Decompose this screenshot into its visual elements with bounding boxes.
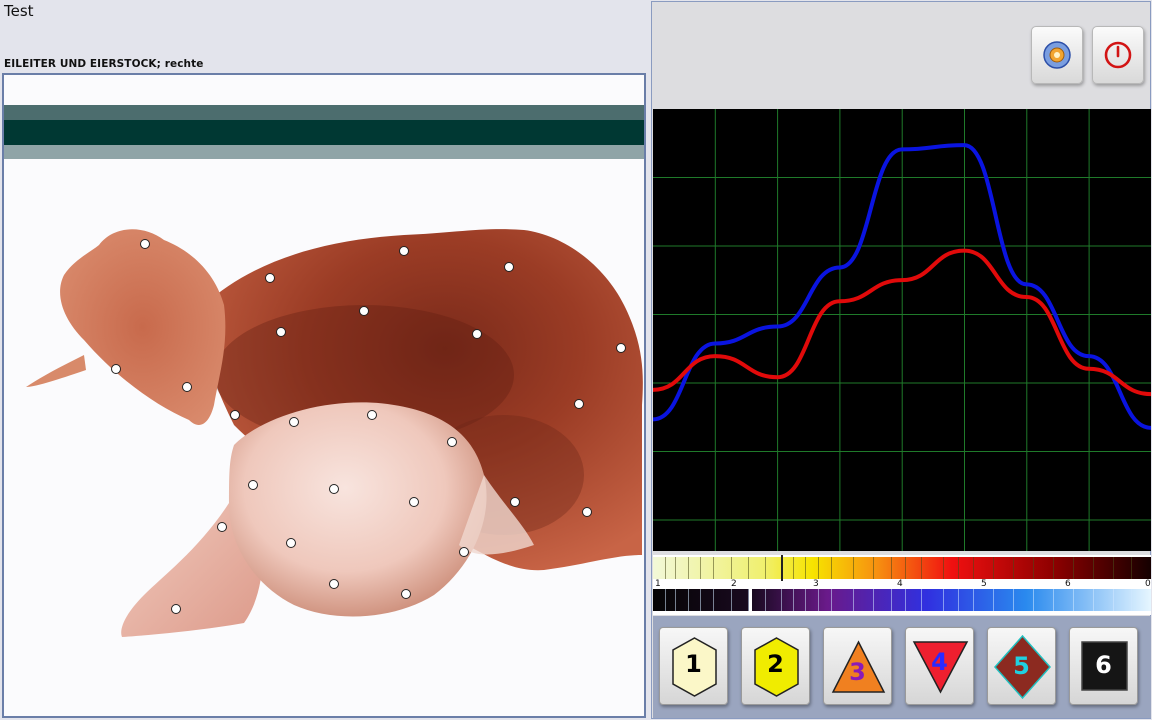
measurement-point[interactable] bbox=[472, 329, 482, 339]
organ-label: EILEITER UND EIERSTOCK; rechte bbox=[4, 58, 204, 70]
number-button-label: 6 bbox=[1095, 651, 1112, 679]
measurement-point[interactable] bbox=[367, 410, 377, 420]
measurement-point[interactable] bbox=[111, 364, 121, 374]
measurement-point[interactable] bbox=[140, 239, 150, 249]
number-button-label: 4 bbox=[931, 648, 948, 676]
measurement-point[interactable] bbox=[574, 399, 584, 409]
graph-canvas bbox=[652, 109, 1152, 551]
number-button-1[interactable]: 1 bbox=[659, 627, 728, 705]
color-spectrum: 1 2 3 4 5 6 0 bbox=[653, 555, 1151, 615]
spectrum-bottom-bar bbox=[653, 589, 1151, 611]
power-button[interactable] bbox=[1092, 26, 1144, 84]
measurement-point[interactable] bbox=[329, 579, 339, 589]
number-button-bar: 1 2 3 4 5 6 bbox=[653, 616, 1151, 718]
app-window: Test EILEITER UND EIERSTOCK; rechte 1 2 … bbox=[0, 0, 1152, 720]
gear-sphere-icon bbox=[1043, 41, 1071, 69]
spectrum-scale-label: 2 bbox=[731, 579, 737, 589]
anatomy-image-panel bbox=[2, 73, 646, 718]
spectrum-scale-label: 6 bbox=[1065, 579, 1071, 589]
measurement-point[interactable] bbox=[230, 410, 240, 420]
measurement-point[interactable] bbox=[329, 484, 339, 494]
measurement-point[interactable] bbox=[286, 538, 296, 548]
number-button-5[interactable]: 5 bbox=[987, 627, 1056, 705]
frequency-graph bbox=[652, 109, 1152, 551]
measurement-point[interactable] bbox=[616, 343, 626, 353]
measurement-point[interactable] bbox=[248, 480, 258, 490]
settings-button[interactable] bbox=[1031, 26, 1083, 84]
number-button-4[interactable]: 4 bbox=[905, 627, 974, 705]
spectrum-bars: 1 2 3 4 5 6 0 bbox=[653, 555, 1151, 613]
measurement-point[interactable] bbox=[217, 522, 227, 532]
measurement-point[interactable] bbox=[171, 604, 181, 614]
measurement-point[interactable] bbox=[409, 497, 419, 507]
spectrum-scale-label: 0 bbox=[1145, 579, 1151, 589]
measurement-point[interactable] bbox=[182, 382, 192, 392]
number-button-label: 5 bbox=[1013, 652, 1030, 680]
measurement-point[interactable] bbox=[510, 497, 520, 507]
number-button-label: 3 bbox=[849, 658, 866, 686]
ovary-fallopian-tube-image bbox=[26, 229, 643, 637]
spectrum-scale-label: 4 bbox=[897, 579, 903, 589]
spectrum-top-bar bbox=[653, 557, 1151, 579]
number-button-2[interactable]: 2 bbox=[741, 627, 810, 705]
number-button-3[interactable]: 3 bbox=[823, 627, 892, 705]
measurement-point[interactable] bbox=[582, 507, 592, 517]
spectrum-scale-label: 5 bbox=[981, 579, 987, 589]
measurement-point[interactable] bbox=[447, 437, 457, 447]
measurement-point[interactable] bbox=[399, 246, 409, 256]
analysis-panel: 1 2 3 4 5 6 0 1 2 3 4 5 6 bbox=[651, 1, 1152, 719]
power-icon bbox=[1104, 41, 1132, 69]
spectrum-scale-label: 3 bbox=[813, 579, 819, 589]
number-button-label: 2 bbox=[767, 650, 784, 678]
measurement-point[interactable] bbox=[359, 306, 369, 316]
measurement-point[interactable] bbox=[504, 262, 514, 272]
measurement-point[interactable] bbox=[289, 417, 299, 427]
spectrum-scale-label: 1 bbox=[655, 579, 661, 589]
measurement-point[interactable] bbox=[401, 589, 411, 599]
window-title: Test bbox=[4, 2, 34, 20]
measurement-point[interactable] bbox=[276, 327, 286, 337]
spectrum-marker-top bbox=[781, 555, 783, 581]
spectrum-marker bbox=[749, 587, 752, 613]
measurement-point[interactable] bbox=[265, 273, 275, 283]
measurement-point[interactable] bbox=[459, 547, 469, 557]
number-button-6[interactable]: 6 bbox=[1069, 627, 1138, 705]
number-button-label: 1 bbox=[685, 650, 702, 678]
